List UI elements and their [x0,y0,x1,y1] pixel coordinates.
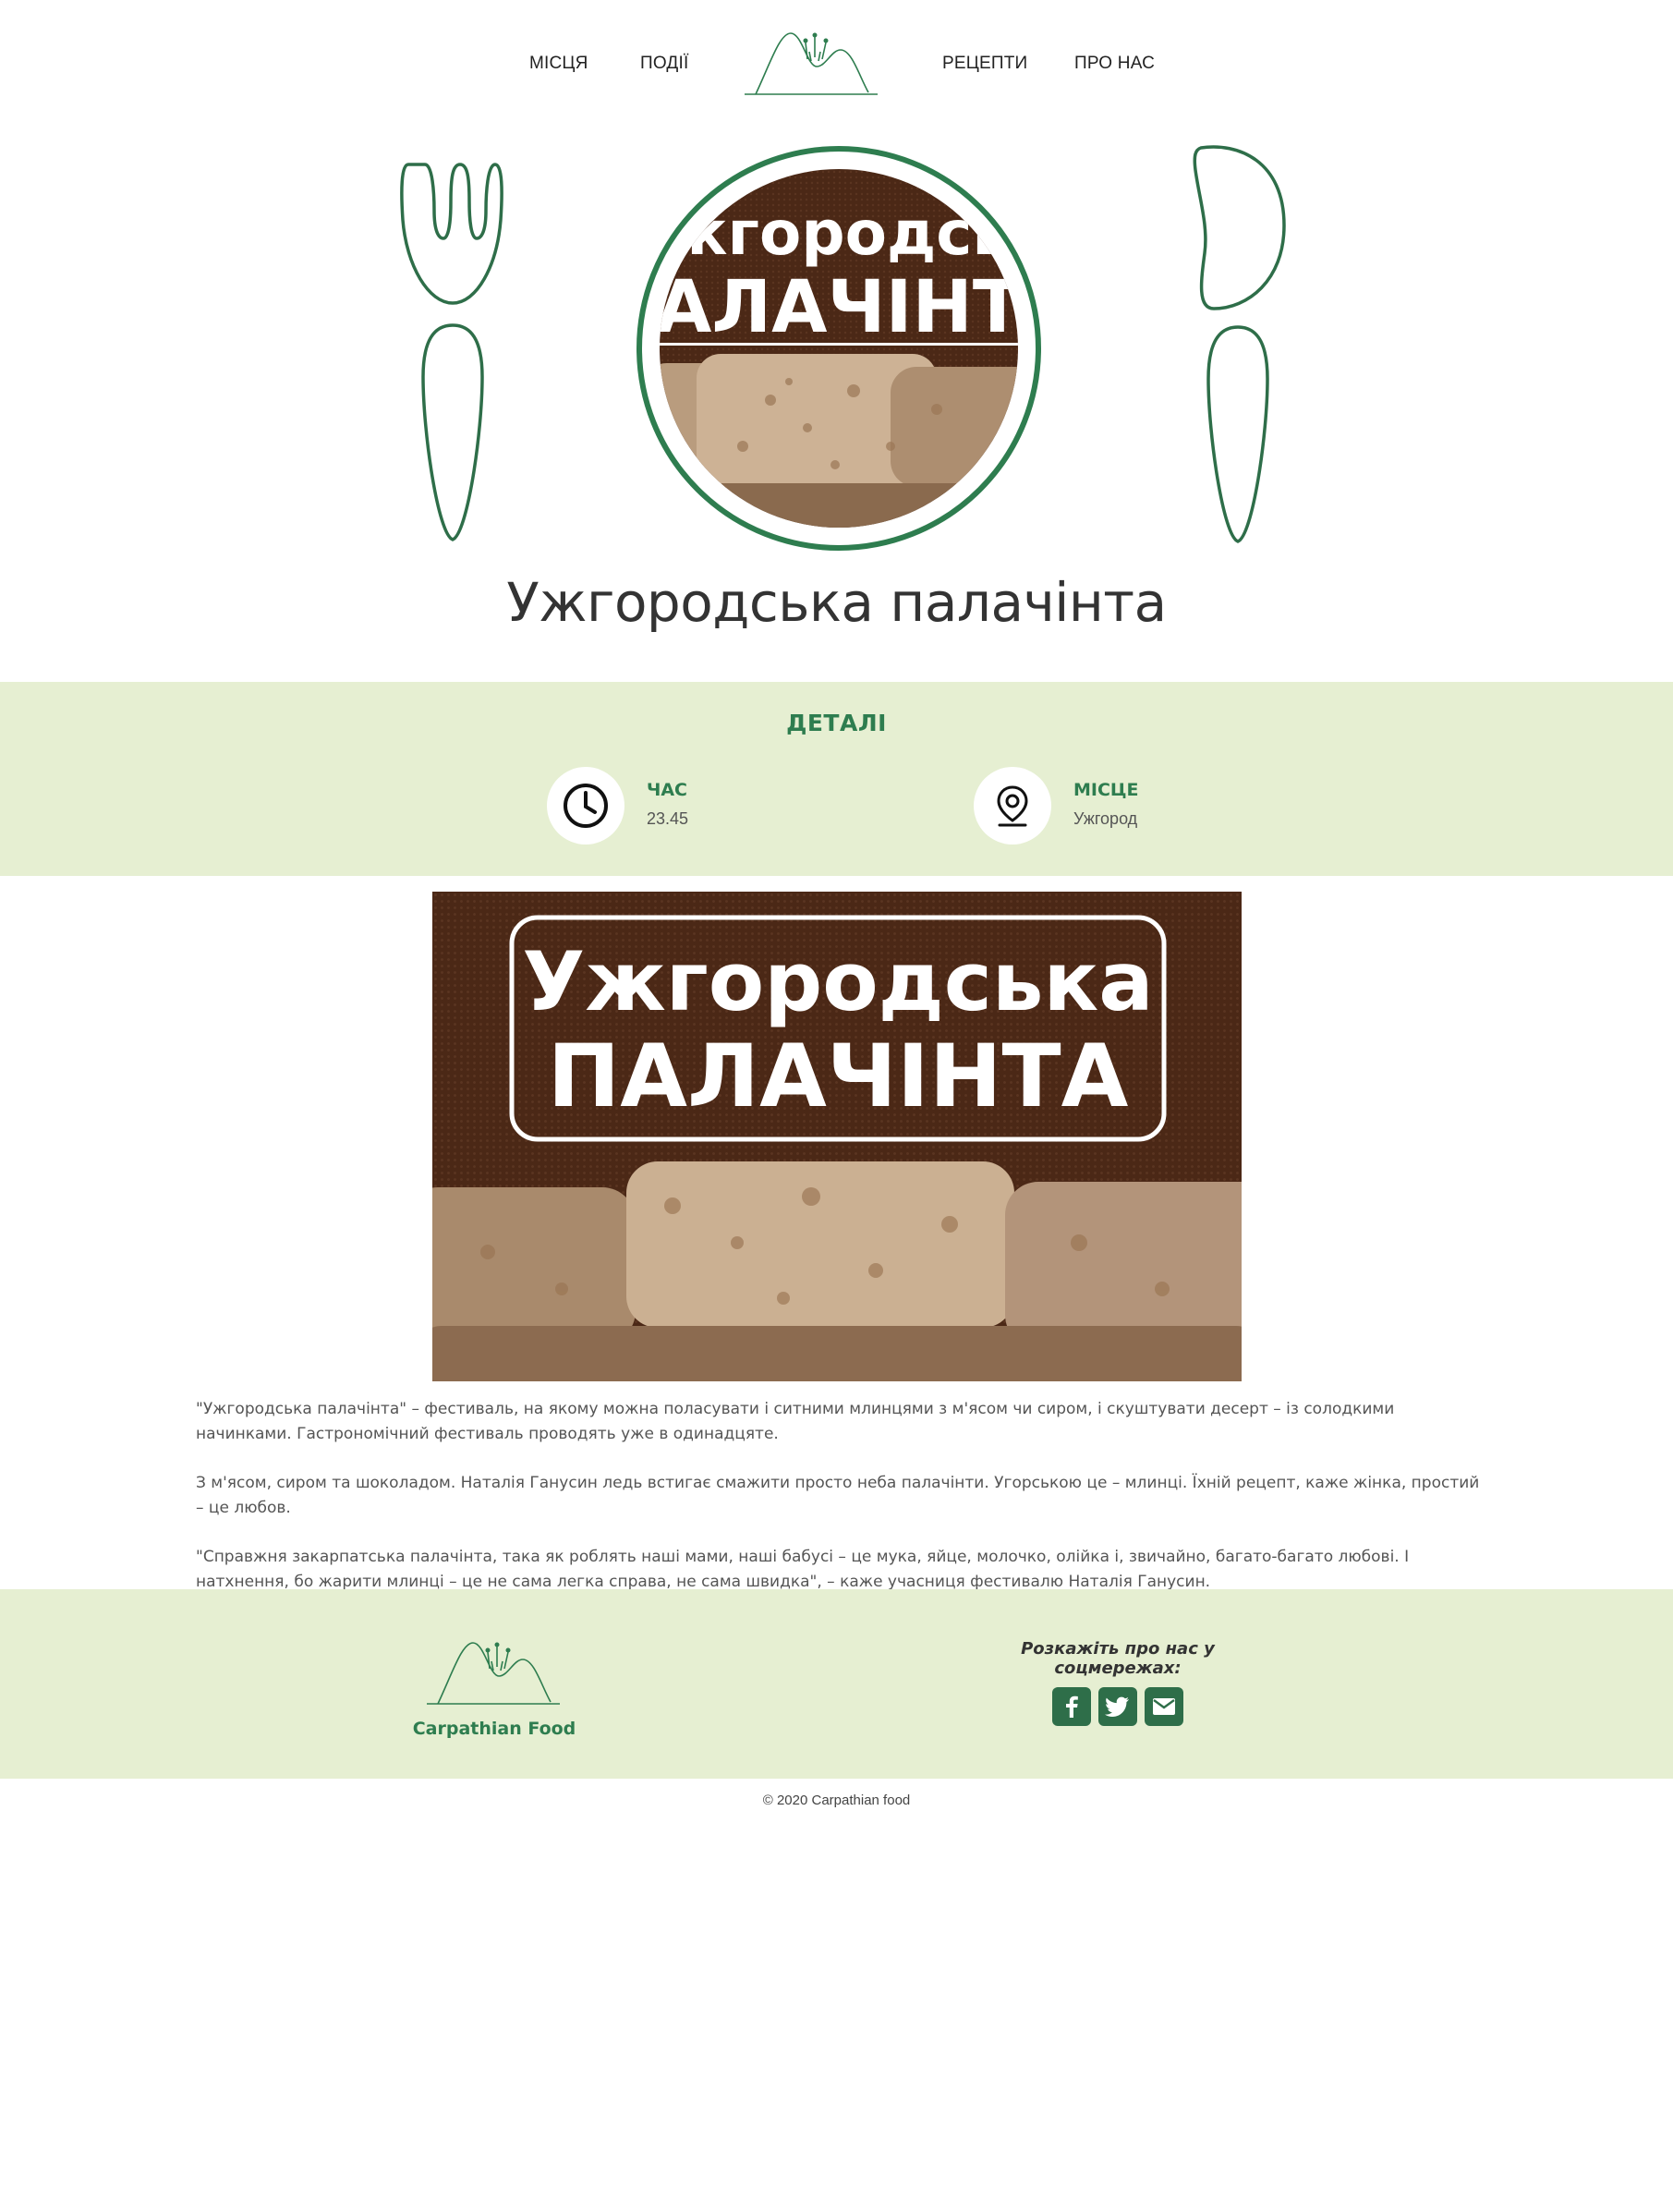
clock-icon [564,784,608,828]
plate-text-line2: АЛАЧІНТ [660,266,1018,349]
mail-icon [1153,1698,1175,1715]
share-prompt: Розкажіть про нас у соцмережах: [1021,1639,1215,1678]
nav-item-places[interactable]: МІСЦЯ [529,54,588,74]
plate-image: жгородсь АЛАЧІНТ [660,169,1018,528]
footer-logo-icon[interactable] [425,1635,564,1709]
facebook-icon [1066,1695,1078,1718]
details-panel: ДЕТАЛІ ЧАС 23.45 МІСЦЕ Ужгород [0,682,1673,876]
map-pin-icon [997,785,1028,827]
footer: Carpathian Food Розкажіть про нас у соцм… [0,1589,1673,1779]
mail-button[interactable] [1145,1687,1183,1726]
copyright: © 2020 Carpathian food [762,1793,911,1808]
time-value: 23.45 [647,809,689,828]
twitter-icon [1105,1696,1129,1717]
nav-item-recipes[interactable]: РЕЦЕПТИ [942,54,1027,74]
footer-brand: Carpathian Food [412,1719,576,1739]
description-paragraph: "Ужгородська палачінта" – фестиваль, на … [196,1400,1395,1443]
time-label: ЧАС [647,780,688,800]
description-paragraph: З м'ясом, сиром та шоколадом. Наталія Га… [196,1474,1480,1517]
place-label: МІСЦЕ [1073,780,1139,800]
hero: жгородсь АЛАЧІНТ Ужгородська палачінта [0,129,1673,647]
place-value: Ужгород [1073,809,1138,828]
event-description: "Ужгородська палачінта" – фестиваль, на … [196,1397,1480,1619]
twitter-button[interactable] [1098,1687,1137,1726]
details-heading: ДЕТАЛІ [786,710,887,736]
banner-line2: ПАЛАЧІНТА [548,1027,1129,1127]
event-title: Ужгородська палачінта [506,571,1167,634]
festival-banner-image: Ужгородська ПАЛАЧІНТА [432,892,1242,1381]
nav-item-events[interactable]: ПОДІЇ [640,54,688,74]
description-paragraph: "Справжня закарпатська палачінта, така я… [196,1548,1410,1591]
main-nav: МІСЦЯ ПОДІЇ РЕЦЕПТИ ПРО НАС [0,0,1673,111]
banner-line1: Ужгородська [522,934,1153,1029]
logo-mountains-icon[interactable] [743,26,881,100]
fork-icon [400,163,503,541]
facebook-button[interactable] [1052,1687,1091,1726]
nav-item-about[interactable]: ПРО НАС [1074,54,1155,74]
spoon-icon [1193,145,1286,543]
